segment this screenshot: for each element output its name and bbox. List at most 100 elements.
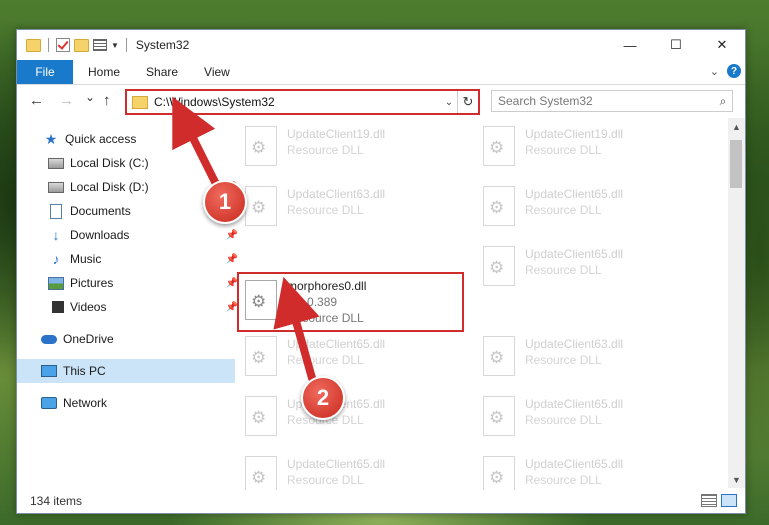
customize-toolbar-icon[interactable] xyxy=(93,39,107,51)
search-placeholder: Search System32 xyxy=(498,94,593,108)
file-name: UpdateClient65.dll xyxy=(525,397,624,411)
file-item[interactable]: UpdateClient65.dll Resource DLL xyxy=(477,390,697,446)
sidebar-item-label: Videos xyxy=(70,300,107,314)
file-item[interactable]: UpdateClient65.dll Resource DLL xyxy=(477,450,697,490)
file-list: UpdateClient19.dll Resource DLL UpdateCl… xyxy=(227,118,727,490)
scroll-down-icon[interactable]: ▼ xyxy=(728,471,745,488)
file-item[interactable]: UpdateClient19.dll Resource DLL xyxy=(477,120,697,176)
scroll-up-icon[interactable]: ▲ xyxy=(728,118,745,135)
file-name: UpdateClient19.dll xyxy=(287,127,386,141)
file-name: UpdateClient65.dll xyxy=(287,457,386,471)
back-icon[interactable]: ← xyxy=(29,92,44,109)
address-bar[interactable]: C:\Windows\System32 ⌄ ↻ xyxy=(125,89,480,115)
file-item[interactable]: UpdateClient65.dll Resource DLL xyxy=(477,240,697,296)
sidebar-item-pictures[interactable]: Pictures 📌 xyxy=(17,271,242,295)
file-name: UpdateClient65.dll xyxy=(525,457,624,471)
file-item[interactable]: UpdateClient65.dll Resource DLL xyxy=(477,180,697,236)
help-icon[interactable]: ? xyxy=(727,64,741,78)
tab-view[interactable]: View xyxy=(191,60,243,84)
refresh-icon[interactable]: ↻ xyxy=(457,91,478,113)
status-bar: 134 items xyxy=(17,489,745,513)
sidebar-item-this-pc[interactable]: This PC xyxy=(17,359,235,383)
network-icon xyxy=(41,396,57,410)
step-1-badge: 1 xyxy=(203,180,247,224)
music-icon: ♪ xyxy=(52,251,60,267)
up-icon[interactable]: ↑ xyxy=(103,92,111,109)
file-item[interactable]: UpdateClient19.dll Resource DLL xyxy=(239,120,459,176)
file-name: UpdateClient65.dll xyxy=(287,337,386,351)
disk-icon xyxy=(48,156,64,170)
dll-file-icon xyxy=(245,126,277,166)
file-item[interactable]: UpdateClient65.dll Resource DLL xyxy=(239,330,459,386)
details-view-icon[interactable] xyxy=(701,494,717,507)
sidebar-item-network[interactable]: Network xyxy=(17,391,235,415)
sidebar-item-label: Network xyxy=(63,396,108,410)
this-pc-icon xyxy=(41,364,57,378)
file-description: Resource DLL xyxy=(525,473,602,487)
file-description: Resource DLL xyxy=(525,263,602,277)
dll-file-icon xyxy=(483,396,515,436)
properties-check-icon[interactable] xyxy=(56,38,70,52)
downloads-icon: ↓ xyxy=(52,227,60,243)
onedrive-icon xyxy=(41,332,57,346)
folder-icon xyxy=(26,38,41,52)
tab-home[interactable]: Home xyxy=(73,60,133,84)
disk-icon xyxy=(48,180,64,194)
sidebar-item-videos[interactable]: Videos 📌 xyxy=(17,295,242,319)
sidebar-item-onedrive[interactable]: OneDrive xyxy=(17,327,235,351)
scrollbar-thumb[interactable] xyxy=(730,140,742,188)
dll-file-icon xyxy=(483,456,515,490)
new-folder-icon[interactable] xyxy=(74,38,89,52)
file-description: Resource DLL xyxy=(287,353,364,367)
folder-icon xyxy=(132,95,148,109)
toolbar-divider xyxy=(48,38,49,52)
highlighted-file-item[interactable]: morphores0.dll 6.0.0.389 Resource DLL xyxy=(237,272,464,332)
search-icon[interactable]: ⌕ xyxy=(714,94,732,109)
file-name: UpdateClient63.dll xyxy=(287,187,386,201)
star-icon: ★ xyxy=(44,130,58,147)
file-version: 6.0.0.389 xyxy=(287,295,338,309)
dll-file-icon xyxy=(245,186,277,226)
minimize-button[interactable]: — xyxy=(607,30,653,60)
search-input[interactable]: Search System32 ⌕ xyxy=(491,90,733,112)
dll-file-icon xyxy=(483,126,515,166)
chevron-down-icon[interactable]: ⌄ xyxy=(441,97,457,108)
file-item[interactable]: UpdateClient63.dll Resource DLL xyxy=(477,330,697,386)
file-name: UpdateClient19.dll xyxy=(525,127,624,141)
file-description: Resource DLL xyxy=(287,203,364,217)
vertical-scrollbar[interactable]: ▲ ▼ xyxy=(728,118,745,488)
file-description: Resource DLL xyxy=(525,353,602,367)
sidebar-item-quick-access[interactable]: ★ Quick access xyxy=(17,127,237,151)
quick-access-toolbar: ▼ xyxy=(17,38,130,52)
dll-file-icon xyxy=(245,280,277,320)
file-item[interactable]: UpdateClient63.dll Resource DLL xyxy=(239,180,459,236)
chevron-down-icon[interactable]: ⌄ xyxy=(710,65,719,78)
forward-icon[interactable]: → xyxy=(59,92,74,109)
file-name: UpdateClient65.dll xyxy=(525,187,624,201)
recent-locations-icon[interactable]: ⌄ xyxy=(85,90,95,104)
large-icons-view-icon[interactable] xyxy=(721,494,737,507)
file-description: Resource DLL xyxy=(287,143,364,157)
videos-icon xyxy=(48,300,64,314)
sidebar-item-label: Downloads xyxy=(70,228,130,242)
sidebar-item-downloads[interactable]: ↓ Downloads 📌 xyxy=(17,223,242,247)
pictures-icon xyxy=(48,276,64,290)
toolbar-dropdown-icon[interactable]: ▼ xyxy=(111,41,119,50)
file-description: Resource DLL xyxy=(287,473,364,487)
file-item[interactable]: UpdateClient65.dll Resource DLL xyxy=(239,390,459,446)
navigation-bar: ← → ⌄ ↑ C:\Windows\System32 ⌄ ↻ Search S… xyxy=(17,86,745,116)
close-button[interactable]: ✕ xyxy=(699,30,745,60)
tab-file[interactable]: File xyxy=(17,60,73,84)
sidebar-item-music[interactable]: ♪ Music 📌 xyxy=(17,247,242,271)
sidebar-item-label: Quick access xyxy=(65,132,137,146)
dll-file-icon xyxy=(245,456,277,490)
file-name: UpdateClient63.dll xyxy=(525,337,624,351)
sidebar-item-local-disk-c[interactable]: Local Disk (C:) xyxy=(17,151,242,175)
address-path[interactable]: C:\Windows\System32 xyxy=(154,95,441,109)
file-item[interactable]: UpdateClient65.dll Resource DLL xyxy=(239,450,459,490)
dll-file-icon xyxy=(245,396,277,436)
maximize-button[interactable]: ☐ xyxy=(653,30,699,60)
window-title: System32 xyxy=(135,38,190,52)
tab-share[interactable]: Share xyxy=(133,60,191,84)
dll-file-icon xyxy=(483,246,515,286)
